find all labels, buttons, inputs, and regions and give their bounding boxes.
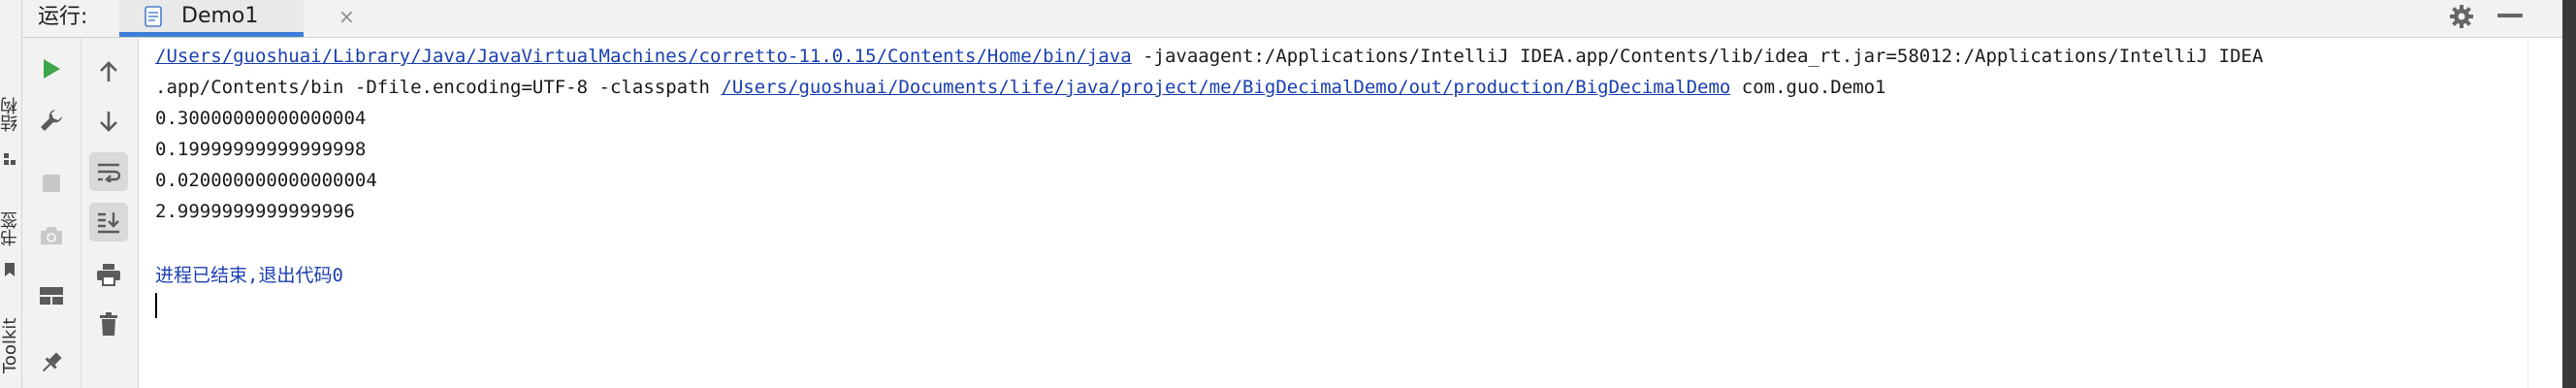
run-tool-window-header: 运行: Demo1 × xyxy=(22,0,2576,38)
console-output[interactable]: /Users/guoshuai/Library/Java/JavaVirtual… xyxy=(139,38,2528,388)
print-icon[interactable] xyxy=(89,255,128,294)
text-caret xyxy=(155,293,157,318)
minimize-icon[interactable] xyxy=(2497,14,2523,17)
output-line: 0.020000000000000004 xyxy=(155,170,377,191)
settings-gear-icon[interactable] xyxy=(2449,4,2474,29)
tab-close-icon[interactable]: × xyxy=(338,0,355,33)
bookmark-icon xyxy=(2,262,17,277)
bookmark-panel-label[interactable]: 书签 xyxy=(0,190,21,268)
output-line: 2.9999999999999996 xyxy=(155,201,355,222)
console-actions-toolbar xyxy=(81,38,139,388)
javaagent-text: -javaagent:/Applications/IntelliJ IDEA.a… xyxy=(1131,46,2264,67)
main-class-text: com.guo.Demo1 xyxy=(1730,77,1886,98)
scroll-to-end-icon[interactable] xyxy=(89,203,128,242)
side-panel-strip: 结构 书签 Toolkit xyxy=(0,0,22,388)
trash-icon[interactable] xyxy=(89,305,128,343)
window-edge xyxy=(2562,0,2576,388)
command-continuation: .app/Contents/bin -Dfile.encoding=UTF-8 … xyxy=(155,77,722,98)
tab-title: Demo1 xyxy=(181,4,259,28)
console-tab-icon xyxy=(145,6,162,27)
tab-demo1[interactable]: Demo1 × xyxy=(119,0,355,37)
command-line-2: .app/Contents/bin -Dfile.encoding=UTF-8 … xyxy=(155,73,1886,102)
structure-icon xyxy=(2,151,17,167)
arrow-up-icon[interactable] xyxy=(89,52,128,91)
pin-icon[interactable] xyxy=(32,343,71,382)
process-exit-message: 进程已结束,退出代码0 xyxy=(155,265,343,286)
structure-panel-label[interactable]: 结构 xyxy=(0,78,21,151)
active-tab-indicator xyxy=(119,32,304,37)
layout-icon[interactable] xyxy=(32,276,71,315)
output-line: 0.30000000000000004 xyxy=(155,108,367,129)
classpath-link[interactable]: /Users/guoshuai/Documents/life/java/proj… xyxy=(721,77,1730,98)
arrow-down-icon[interactable] xyxy=(89,102,128,141)
soft-wrap-icon[interactable] xyxy=(89,152,128,191)
toolkit-panel-label[interactable]: Toolkit xyxy=(0,303,21,388)
wrench-icon[interactable] xyxy=(32,101,71,140)
run-label: 运行: xyxy=(38,5,88,29)
command-line-1: /Users/guoshuai/Library/Java/JavaVirtual… xyxy=(155,42,2263,71)
run-actions-toolbar xyxy=(22,38,81,388)
stop-icon[interactable] xyxy=(32,164,71,203)
camera-icon[interactable] xyxy=(32,216,71,255)
run-icon[interactable] xyxy=(32,49,71,88)
output-line: 0.19999999999999998 xyxy=(155,139,367,160)
java-path-link[interactable]: /Users/guoshuai/Library/Java/JavaVirtual… xyxy=(155,46,1132,67)
